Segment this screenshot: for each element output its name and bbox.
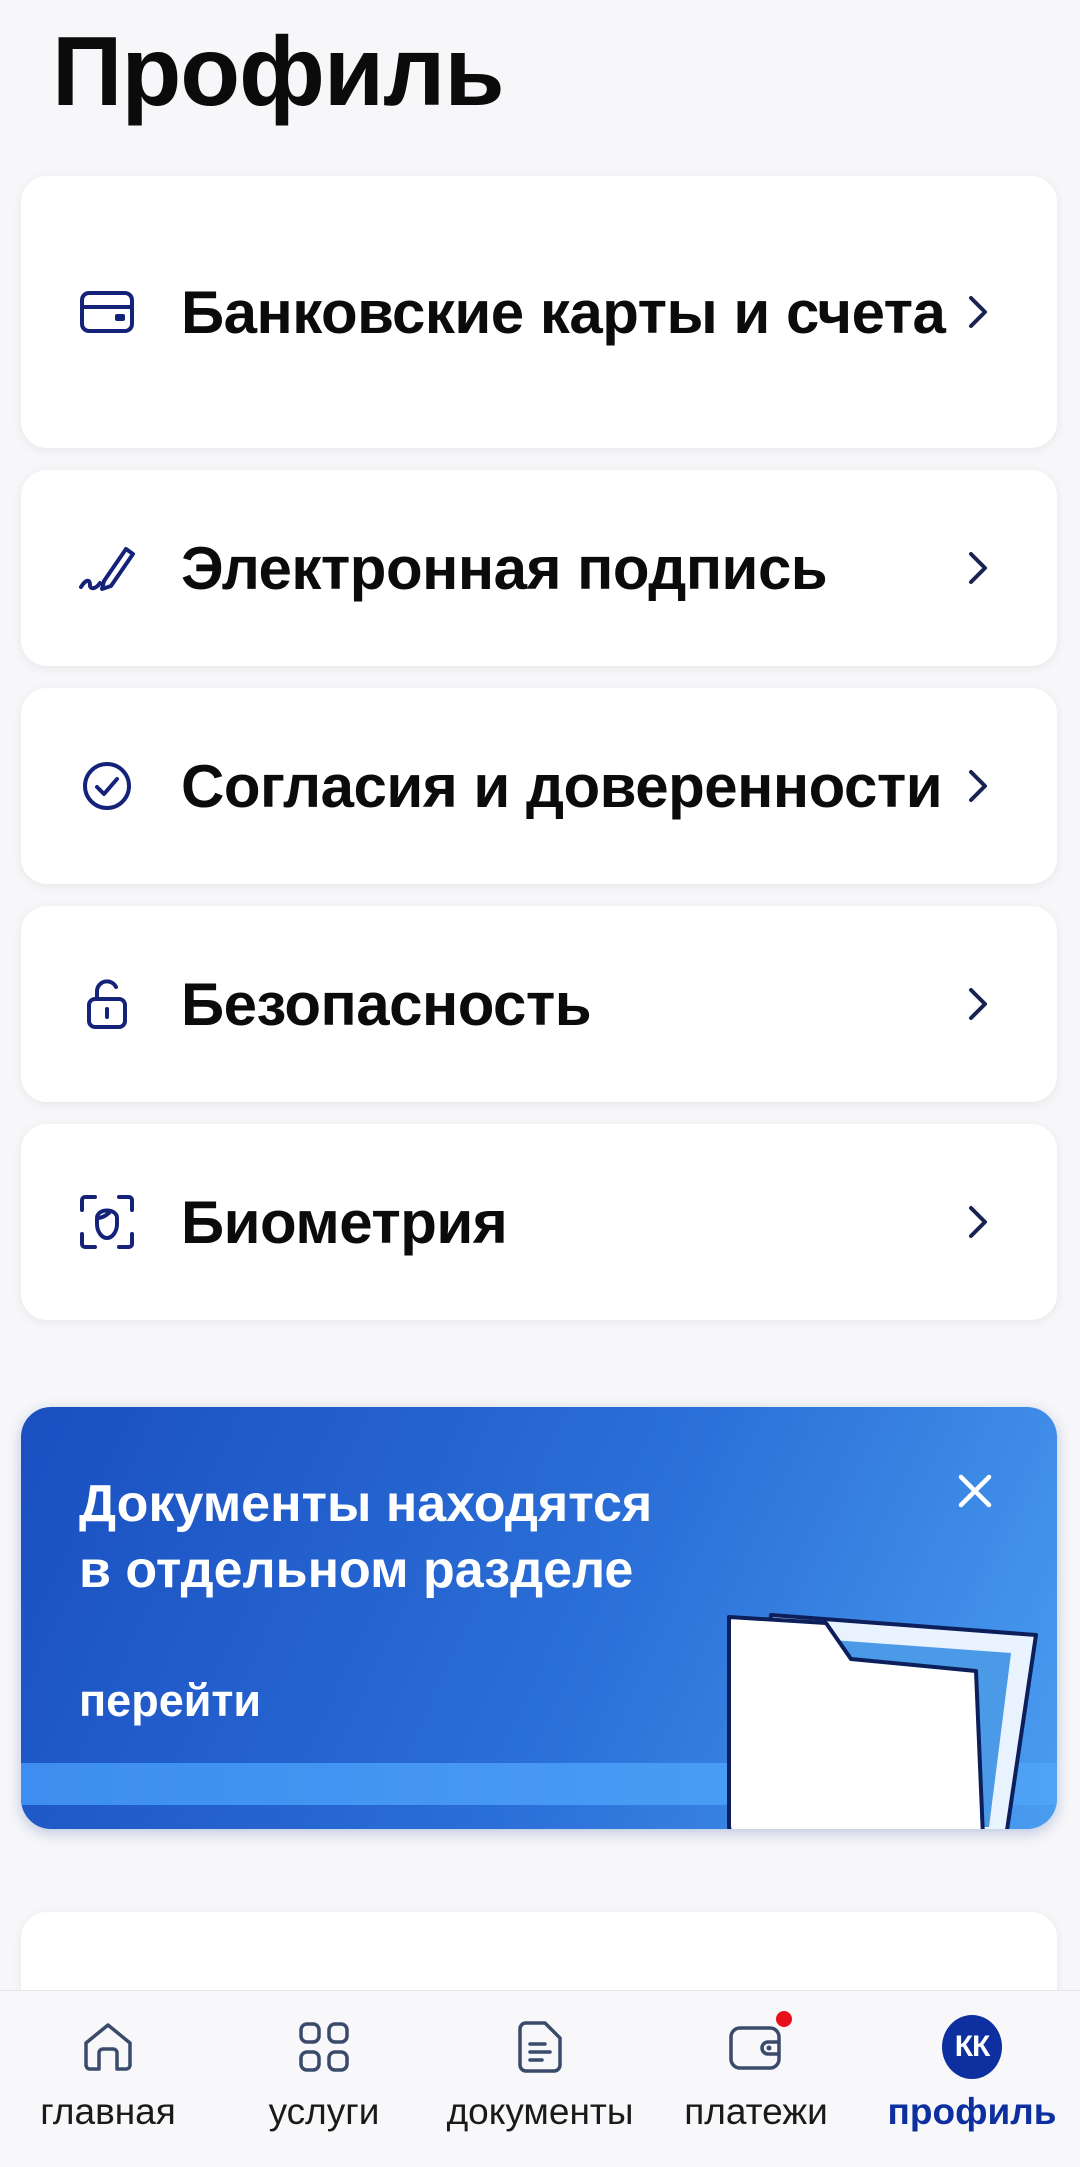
menu-item-label: Электронная подпись <box>181 534 828 602</box>
menu-item-consents[interactable]: Согласия и доверенности <box>21 688 1057 884</box>
promo-title: Документы находятся в отдельном разделе <box>79 1471 719 1603</box>
avatar-initials: КК <box>942 2015 1002 2079</box>
tab-services[interactable]: услуги <box>216 1991 432 2133</box>
menu-item-biometrics[interactable]: Биометрия <box>21 1124 1057 1320</box>
documents-promo-banner[interactable]: Документы находятся в отдельном разделе … <box>21 1407 1057 1829</box>
bottom-tab-bar: главная услуги документы платежи КК проф… <box>0 1990 1080 2167</box>
tab-label: профиль <box>887 2091 1057 2132</box>
chevron-right-icon <box>969 1206 987 1238</box>
chevron-right-icon <box>969 552 987 584</box>
close-icon[interactable] <box>955 1471 995 1511</box>
grid-icon <box>294 2017 354 2077</box>
tab-label: платежи <box>684 2091 828 2132</box>
chevron-right-icon <box>969 296 987 328</box>
lock-icon <box>77 974 137 1034</box>
menu-item-label: Банковские карты и счета <box>181 278 946 346</box>
bank-card-icon <box>77 282 137 342</box>
tab-label: главная <box>40 2091 176 2132</box>
face-scan-icon <box>77 1192 137 1252</box>
avatar: КК <box>942 2015 1002 2079</box>
home-icon <box>78 2017 138 2077</box>
notification-dot <box>776 2011 792 2027</box>
tab-profile[interactable]: КК профиль <box>864 1991 1080 2133</box>
menu-item-bank-cards[interactable]: Банковские карты и счета <box>21 176 1057 448</box>
chevron-right-icon <box>969 770 987 802</box>
wallet-icon <box>726 2011 792 2077</box>
signature-pen-icon <box>77 538 137 598</box>
menu-item-label: Согласия и доверенности <box>181 752 943 820</box>
tab-label: документы <box>446 2091 634 2132</box>
menu-item-label: Биометрия <box>181 1188 508 1256</box>
tab-label: услуги <box>268 2091 380 2132</box>
tab-documents[interactable]: документы <box>432 1991 648 2133</box>
document-icon <box>510 2017 570 2077</box>
promo-title-line: в отдельном разделе <box>79 1541 634 1600</box>
promo-go-link[interactable]: перейти <box>79 1675 261 1727</box>
profile-menu: Банковские карты и счета Электронная под… <box>21 176 1057 1342</box>
menu-item-label: Безопасность <box>181 970 592 1038</box>
chevron-right-icon <box>969 988 987 1020</box>
menu-item-security[interactable]: Безопасность <box>21 906 1057 1102</box>
page-title: Профиль <box>52 16 505 126</box>
promo-title-line: Документы находятся <box>79 1475 653 1533</box>
tab-payments[interactable]: платежи <box>648 1991 864 2133</box>
check-circle-icon <box>77 756 137 816</box>
folder-icon <box>727 1613 1038 1829</box>
menu-item-e-signature[interactable]: Электронная подпись <box>21 470 1057 666</box>
tab-home[interactable]: главная <box>0 1991 216 2133</box>
